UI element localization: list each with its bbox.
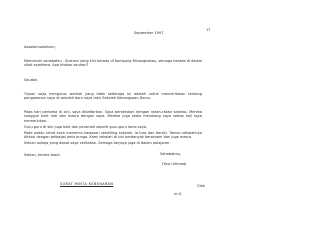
letter-date: September 1997. bbox=[134, 31, 165, 35]
letter-signer: (Yusri Ahmad) bbox=[162, 162, 187, 166]
story-author: m.G. bbox=[174, 192, 183, 196]
letter-paragraph-4: Pada hari pertama di sini, saya didaftar… bbox=[24, 110, 202, 123]
letter-paragraph-7: Sekian sahaja yang dapat saya ceritakan.… bbox=[24, 141, 171, 145]
letter-salutation: Assalamualaikum, bbox=[24, 45, 56, 49]
letter-paragraph-1: Memenuhi sahabatku , Suzhani yang kini b… bbox=[24, 59, 202, 68]
letter-closing: Sahabatmu, bbox=[160, 152, 182, 156]
letter-paragraph-3: Tujuan saya mengutus warkah yang tidak s… bbox=[24, 92, 202, 101]
story-title: SURAT MINTA KEBENARAN bbox=[60, 182, 114, 186]
letter-paragraph-2: Saudari, bbox=[24, 78, 39, 82]
letter-paragraph-5: Guru-guru di sini juga baik dan peramah … bbox=[24, 125, 148, 129]
story-oleh: Oleh bbox=[197, 184, 206, 188]
scanned-letter-page: 17 September 1997. Assalamualaikum, Meme… bbox=[0, 0, 226, 223]
page-number: 17 bbox=[206, 28, 211, 32]
letter-paragraph-6: Pada waktu rehat saya menemui kawasan se… bbox=[24, 131, 202, 140]
